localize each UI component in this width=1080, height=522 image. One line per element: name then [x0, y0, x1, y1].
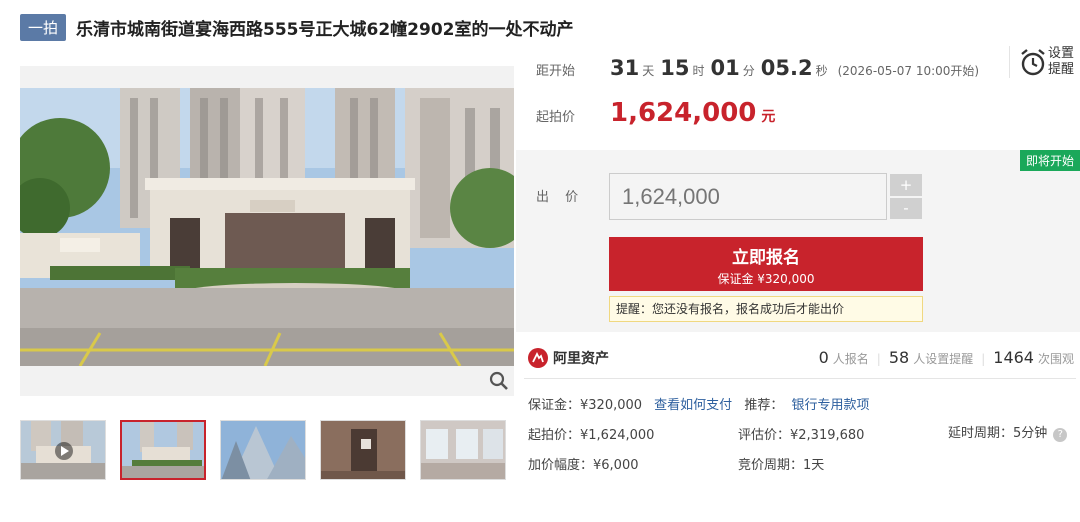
countdown-minutes: 01 — [710, 56, 740, 80]
alarm-clock-icon — [1021, 49, 1045, 76]
thumbnail-interior[interactable] — [420, 420, 506, 480]
stats-row: 阿里资产 0 人报名 | 58 人设置提醒 | 1464 次围观 — [516, 340, 1080, 376]
thumbnail-towers[interactable] — [220, 420, 306, 480]
signup-button-label: 立即报名 — [732, 248, 800, 268]
help-icon[interactable]: ? — [1053, 428, 1068, 442]
reminder-count-label: 人设置提醒 — [913, 352, 974, 366]
view-count: 1464 — [993, 348, 1034, 367]
start-price-label: 起拍价 — [536, 110, 576, 125]
countdown-label: 距开始 — [536, 64, 576, 79]
deposit-label: 保证金 ¥320,000 — [717, 272, 815, 286]
detail-appraisal: 评估价：¥2,319,680 — [738, 428, 865, 443]
countdown-days-unit: 天 — [642, 64, 655, 78]
start-price-row: 起拍价 1,624,000 元 — [536, 98, 775, 128]
signup-button[interactable]: 立即报名 保证金 ¥320,000 — [609, 237, 923, 291]
platform-name: 阿里资产 — [553, 351, 609, 367]
deposit-detail: 保证金：¥320,000 — [528, 398, 643, 413]
title-bar: 一拍 乐清市城南街道宴海西路555号正大城62幢2902室的一处不动产 — [20, 10, 1080, 44]
countdown-hours-unit: 时 — [692, 64, 705, 78]
detail-increment: 加价幅度：¥6,000 — [528, 458, 639, 473]
increase-bid-button[interactable]: + — [890, 174, 922, 196]
signup-tip: 提醒：您还没有报名，报名成功后才能出价 — [609, 296, 923, 322]
start-time: (2026-05-07 10:00开始) — [837, 64, 980, 78]
countdown-days: 31 — [610, 56, 640, 80]
countdown: 距开始 31 天 15 时 01 分 05.2 秒 (2026-05-07 10… — [536, 56, 979, 80]
signup-count: 0 — [818, 348, 829, 367]
auction-stats: 0 人报名 | 58 人设置提醒 | 1464 次围观 — [818, 348, 1074, 367]
view-count-label: 次围观 — [1037, 352, 1074, 366]
how-to-pay-link[interactable]: 查看如何支付 — [654, 398, 732, 413]
countdown-seconds: 05.2 — [760, 56, 813, 80]
detail-start-price: 起拍价：¥1,624,000 — [528, 428, 655, 443]
divider — [524, 378, 1076, 379]
thumbnail-video[interactable] — [20, 420, 106, 480]
reminder-line2: 提醒 — [1048, 62, 1075, 77]
decrease-bid-button[interactable]: - — [890, 197, 922, 219]
status-badge: 即将开始 — [1019, 150, 1080, 171]
bank-payment-link[interactable]: 银行专用款项 — [791, 398, 869, 413]
start-price-unit: 元 — [761, 109, 776, 125]
page-title: 乐清市城南街道宴海西路555号正大城62幢2902室的一处不动产 — [76, 19, 574, 40]
bid-stepper: + - — [890, 174, 922, 219]
auction-round-badge: 一拍 — [20, 13, 67, 41]
zoom-icon[interactable] — [488, 370, 510, 392]
reminder-line1: 设置 — [1048, 46, 1075, 61]
thumbnail-strip — [20, 420, 514, 482]
main-property-image[interactable] — [20, 88, 514, 366]
auction-panel: 距开始 31 天 15 时 01 分 05.2 秒 (2026-05-07 10… — [516, 46, 1080, 522]
bid-label: 出 价 — [536, 190, 585, 205]
detail-bid-cycle: 竞价周期：1天 — [738, 458, 825, 473]
reminder-count: 58 — [888, 348, 910, 367]
countdown-minutes-unit: 分 — [742, 64, 755, 78]
countdown-seconds-unit: 秒 — [815, 64, 828, 78]
start-price-value: 1,624,000 — [610, 98, 757, 128]
image-gallery — [20, 66, 514, 396]
ali-assets-icon — [528, 348, 548, 368]
auction-page: 一拍 乐清市城南街道宴海西路555号正大城62幢2902室的一处不动产 距开始 … — [0, 0, 1080, 522]
thumbnail-door[interactable] — [320, 420, 406, 480]
thumbnail-entrance[interactable] — [120, 420, 206, 480]
set-reminder-button[interactable]: 设置 提醒 — [1009, 46, 1076, 78]
bid-panel: 即将开始 出 价 + - 立即报名 保证金 ¥320,000 提醒：您还没有报名… — [516, 150, 1080, 332]
recommend-label: 推荐： — [744, 398, 784, 413]
platform-logo: 阿里资产 — [528, 348, 609, 368]
countdown-hours: 15 — [660, 56, 690, 80]
signup-count-label: 人报名 — [832, 352, 869, 366]
bid-amount-input[interactable] — [609, 173, 887, 220]
detail-extend-period: 延时周期：5分钟 — [948, 426, 1048, 441]
